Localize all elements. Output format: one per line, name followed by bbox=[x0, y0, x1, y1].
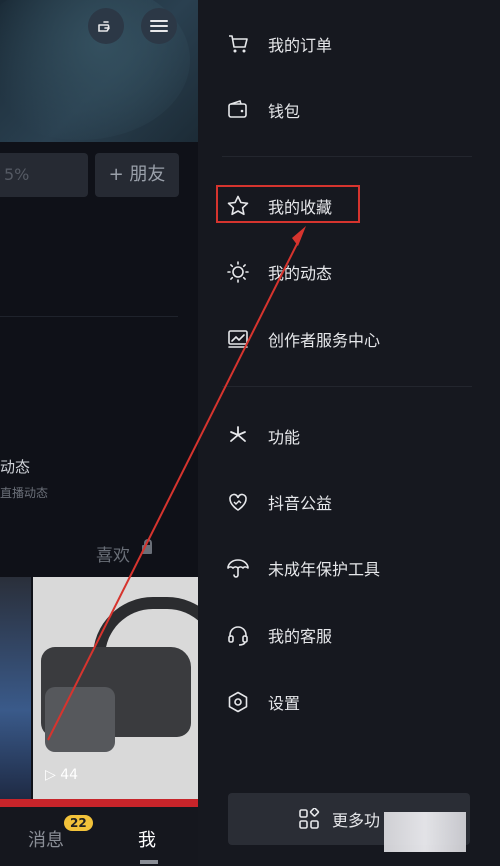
menu-item-label: 设置 bbox=[268, 694, 301, 713]
menu-item-label: 钱包 bbox=[268, 102, 301, 121]
hand-pointer-icon bbox=[98, 21, 110, 32]
nav-messages[interactable]: 消息 bbox=[28, 826, 64, 852]
divider bbox=[0, 316, 178, 317]
menu-item-my-dynamics[interactable]: 我的动态 bbox=[226, 254, 332, 290]
menu-item-label: 功能 bbox=[268, 428, 301, 447]
lock-icon bbox=[142, 539, 152, 554]
chart-icon bbox=[226, 327, 250, 351]
umbrella-icon bbox=[226, 556, 250, 580]
profile-page: 5% + 朋友 动态 直播动态 喜欢 ▷ 44 消息 22 我 bbox=[0, 0, 198, 866]
wallet-icon bbox=[226, 98, 250, 122]
menu-item-label: 我的订单 bbox=[268, 36, 333, 55]
menu-item-customer-service[interactable]: 我的客服 bbox=[226, 617, 332, 653]
settings-hex-icon bbox=[226, 690, 250, 714]
video-thumbnail[interactable] bbox=[0, 577, 31, 799]
side-drawer: 我的订单 钱包 我的收藏 我的动态 创作者服务中心 功能 抖音公益 未成年保护工… bbox=[198, 0, 500, 866]
dynamic-subtitle: 直播动态 bbox=[0, 486, 49, 500]
menu-button[interactable] bbox=[141, 8, 177, 44]
likes-tab[interactable]: 喜欢 bbox=[96, 541, 130, 566]
heart-hands-icon bbox=[226, 490, 250, 514]
highlight-box bbox=[216, 185, 360, 223]
watermark-blur bbox=[384, 812, 466, 852]
hamburger-icon bbox=[150, 20, 168, 32]
separator bbox=[222, 156, 472, 157]
headset-icon bbox=[226, 623, 250, 647]
menu-item-minor-protection[interactable]: 未成年保护工具 bbox=[226, 550, 380, 586]
menu-item-label: 我的动态 bbox=[268, 264, 333, 283]
menu-item-label: 未成年保护工具 bbox=[268, 560, 381, 579]
menu-item-label: 抖音公益 bbox=[268, 494, 333, 513]
add-friend-button[interactable]: + 朋友 bbox=[95, 153, 179, 197]
sparkle-icon bbox=[226, 424, 250, 448]
menu-item-label: 我的客服 bbox=[268, 627, 333, 646]
messages-badge: 22 bbox=[64, 815, 93, 831]
menu-item-wallet[interactable]: 钱包 bbox=[226, 92, 300, 128]
dynamic-title[interactable]: 动态 bbox=[0, 456, 30, 477]
menu-item-settings[interactable]: 设置 bbox=[226, 684, 300, 720]
menu-item-orders[interactable]: 我的订单 bbox=[226, 26, 332, 62]
menu-item-functions[interactable]: 功能 bbox=[226, 418, 300, 454]
grid-icon bbox=[298, 808, 320, 830]
menu-item-label: 创作者服务中心 bbox=[268, 331, 381, 350]
separator bbox=[222, 386, 472, 387]
hand-pointer-button[interactable] bbox=[88, 8, 124, 44]
stat-box: 5% bbox=[0, 153, 88, 197]
more-functions-label: 更多功 bbox=[332, 811, 381, 830]
thumbnail-view-count: ▷ 44 bbox=[45, 767, 79, 783]
menu-item-charity[interactable]: 抖音公益 bbox=[226, 484, 332, 520]
menu-item-creator-center[interactable]: 创作者服务中心 bbox=[226, 321, 380, 357]
cart-icon bbox=[226, 32, 250, 56]
nav-me[interactable]: 我 bbox=[138, 826, 156, 852]
sun-icon bbox=[226, 260, 250, 284]
video-thumbnail[interactable]: ▷ 44 bbox=[33, 577, 198, 799]
